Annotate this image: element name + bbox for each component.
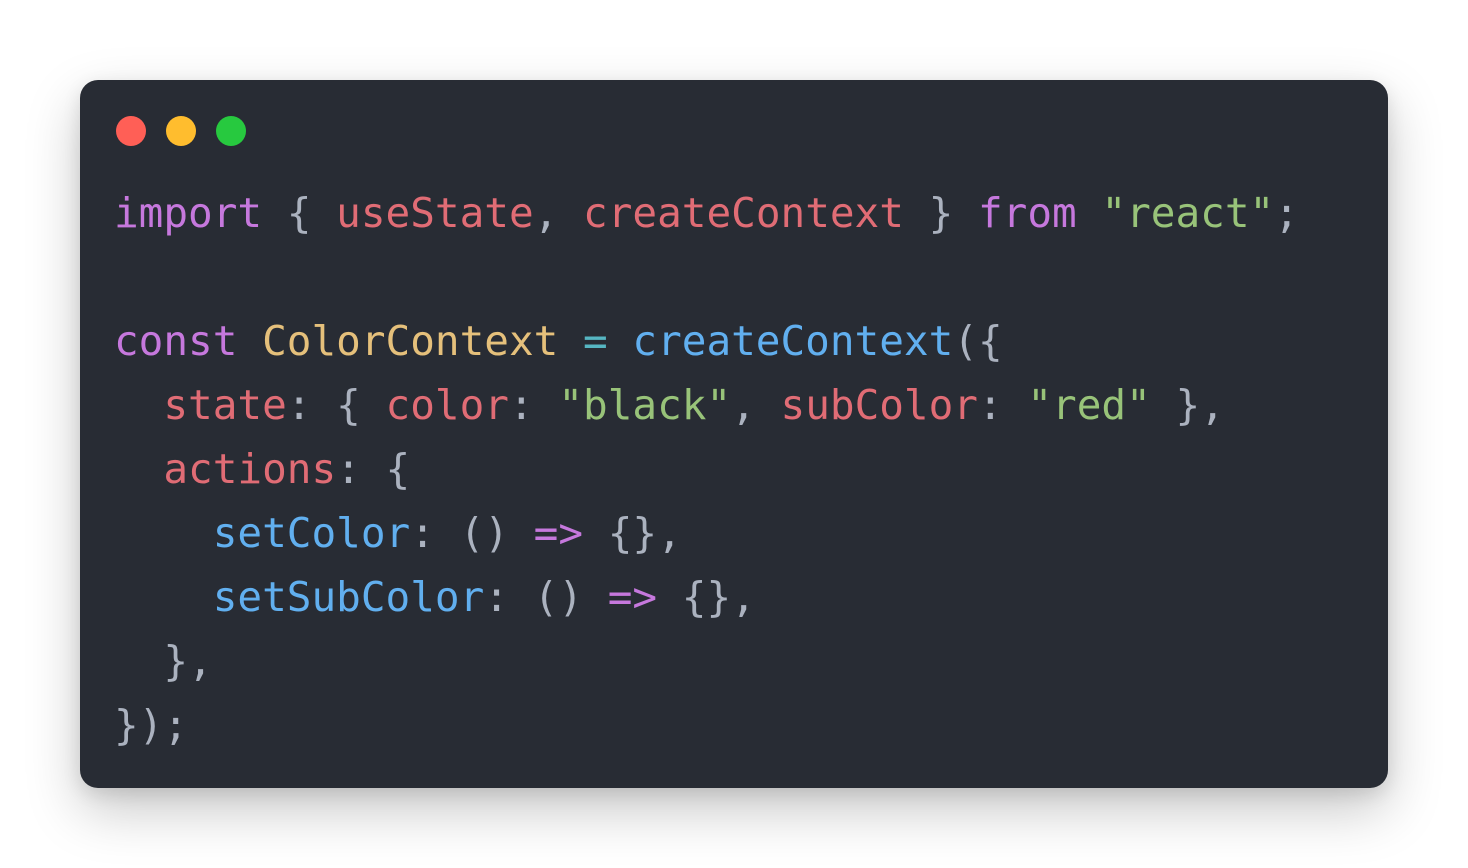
token-method: setColor [212, 509, 411, 557]
token-punct: } [903, 189, 978, 237]
token-punct: ({ [953, 317, 1003, 365]
token-string: "react" [1101, 189, 1275, 237]
token-identifier: useState [336, 189, 534, 237]
token-punct: : () [484, 573, 608, 621]
token-punct: : () [410, 509, 534, 557]
token-property: color [385, 381, 509, 429]
token-property: subColor [780, 381, 978, 429]
code-line: setColor: () => {}, [114, 501, 1299, 565]
token-punct: }, [1150, 381, 1225, 429]
code-window: import { useState, createContext } from … [80, 80, 1388, 788]
token-punct: {}, [657, 573, 756, 621]
token-property: actions [163, 445, 337, 493]
code-line: import { useState, createContext } from … [114, 181, 1299, 245]
code-line: state: { color: "black", subColor: "red"… [114, 373, 1299, 437]
token-keyword: from [978, 189, 1077, 237]
token-identifier: createContext [583, 189, 904, 237]
token-punct: : { [336, 445, 411, 493]
token-punct: }, [114, 637, 213, 685]
minimize-dot-icon[interactable] [166, 116, 196, 146]
code-line: const ColorContext = createContext({ [114, 309, 1299, 373]
token-property: state [163, 381, 287, 429]
token-operator: = [583, 317, 608, 365]
token-punct: : [978, 381, 1028, 429]
window-controls [116, 116, 266, 146]
token-method: setSubColor [212, 573, 485, 621]
token-punct: : { [286, 381, 386, 429]
token-punct: }); [114, 701, 189, 749]
token-punct: { [262, 189, 337, 237]
stage: import { useState, createContext } from … [0, 0, 1468, 868]
token-function: createContext [632, 317, 954, 365]
token-punct: : [508, 381, 559, 429]
code-line: }); [114, 693, 1299, 757]
code-line: actions: { [114, 437, 1299, 501]
token-string: "red" [1027, 381, 1151, 429]
token-punct: , [731, 381, 781, 429]
token-keyword: import [114, 189, 263, 237]
token-punct: {}, [583, 509, 682, 557]
token-punct: ; [1274, 189, 1299, 237]
code-line-empty [114, 245, 1299, 309]
token-punct: , [533, 189, 584, 237]
token-arrow: => [533, 509, 584, 557]
code-line: setSubColor: () => {}, [114, 565, 1299, 629]
zoom-dot-icon[interactable] [216, 116, 246, 146]
token-constant: ColorContext [262, 317, 559, 365]
code-line: }, [114, 629, 1299, 693]
token-arrow: => [607, 573, 658, 621]
code-block: import { useState, createContext } from … [114, 181, 1299, 757]
close-dot-icon[interactable] [116, 116, 146, 146]
token-keyword: const [114, 317, 238, 365]
token-string: "black" [558, 381, 732, 429]
